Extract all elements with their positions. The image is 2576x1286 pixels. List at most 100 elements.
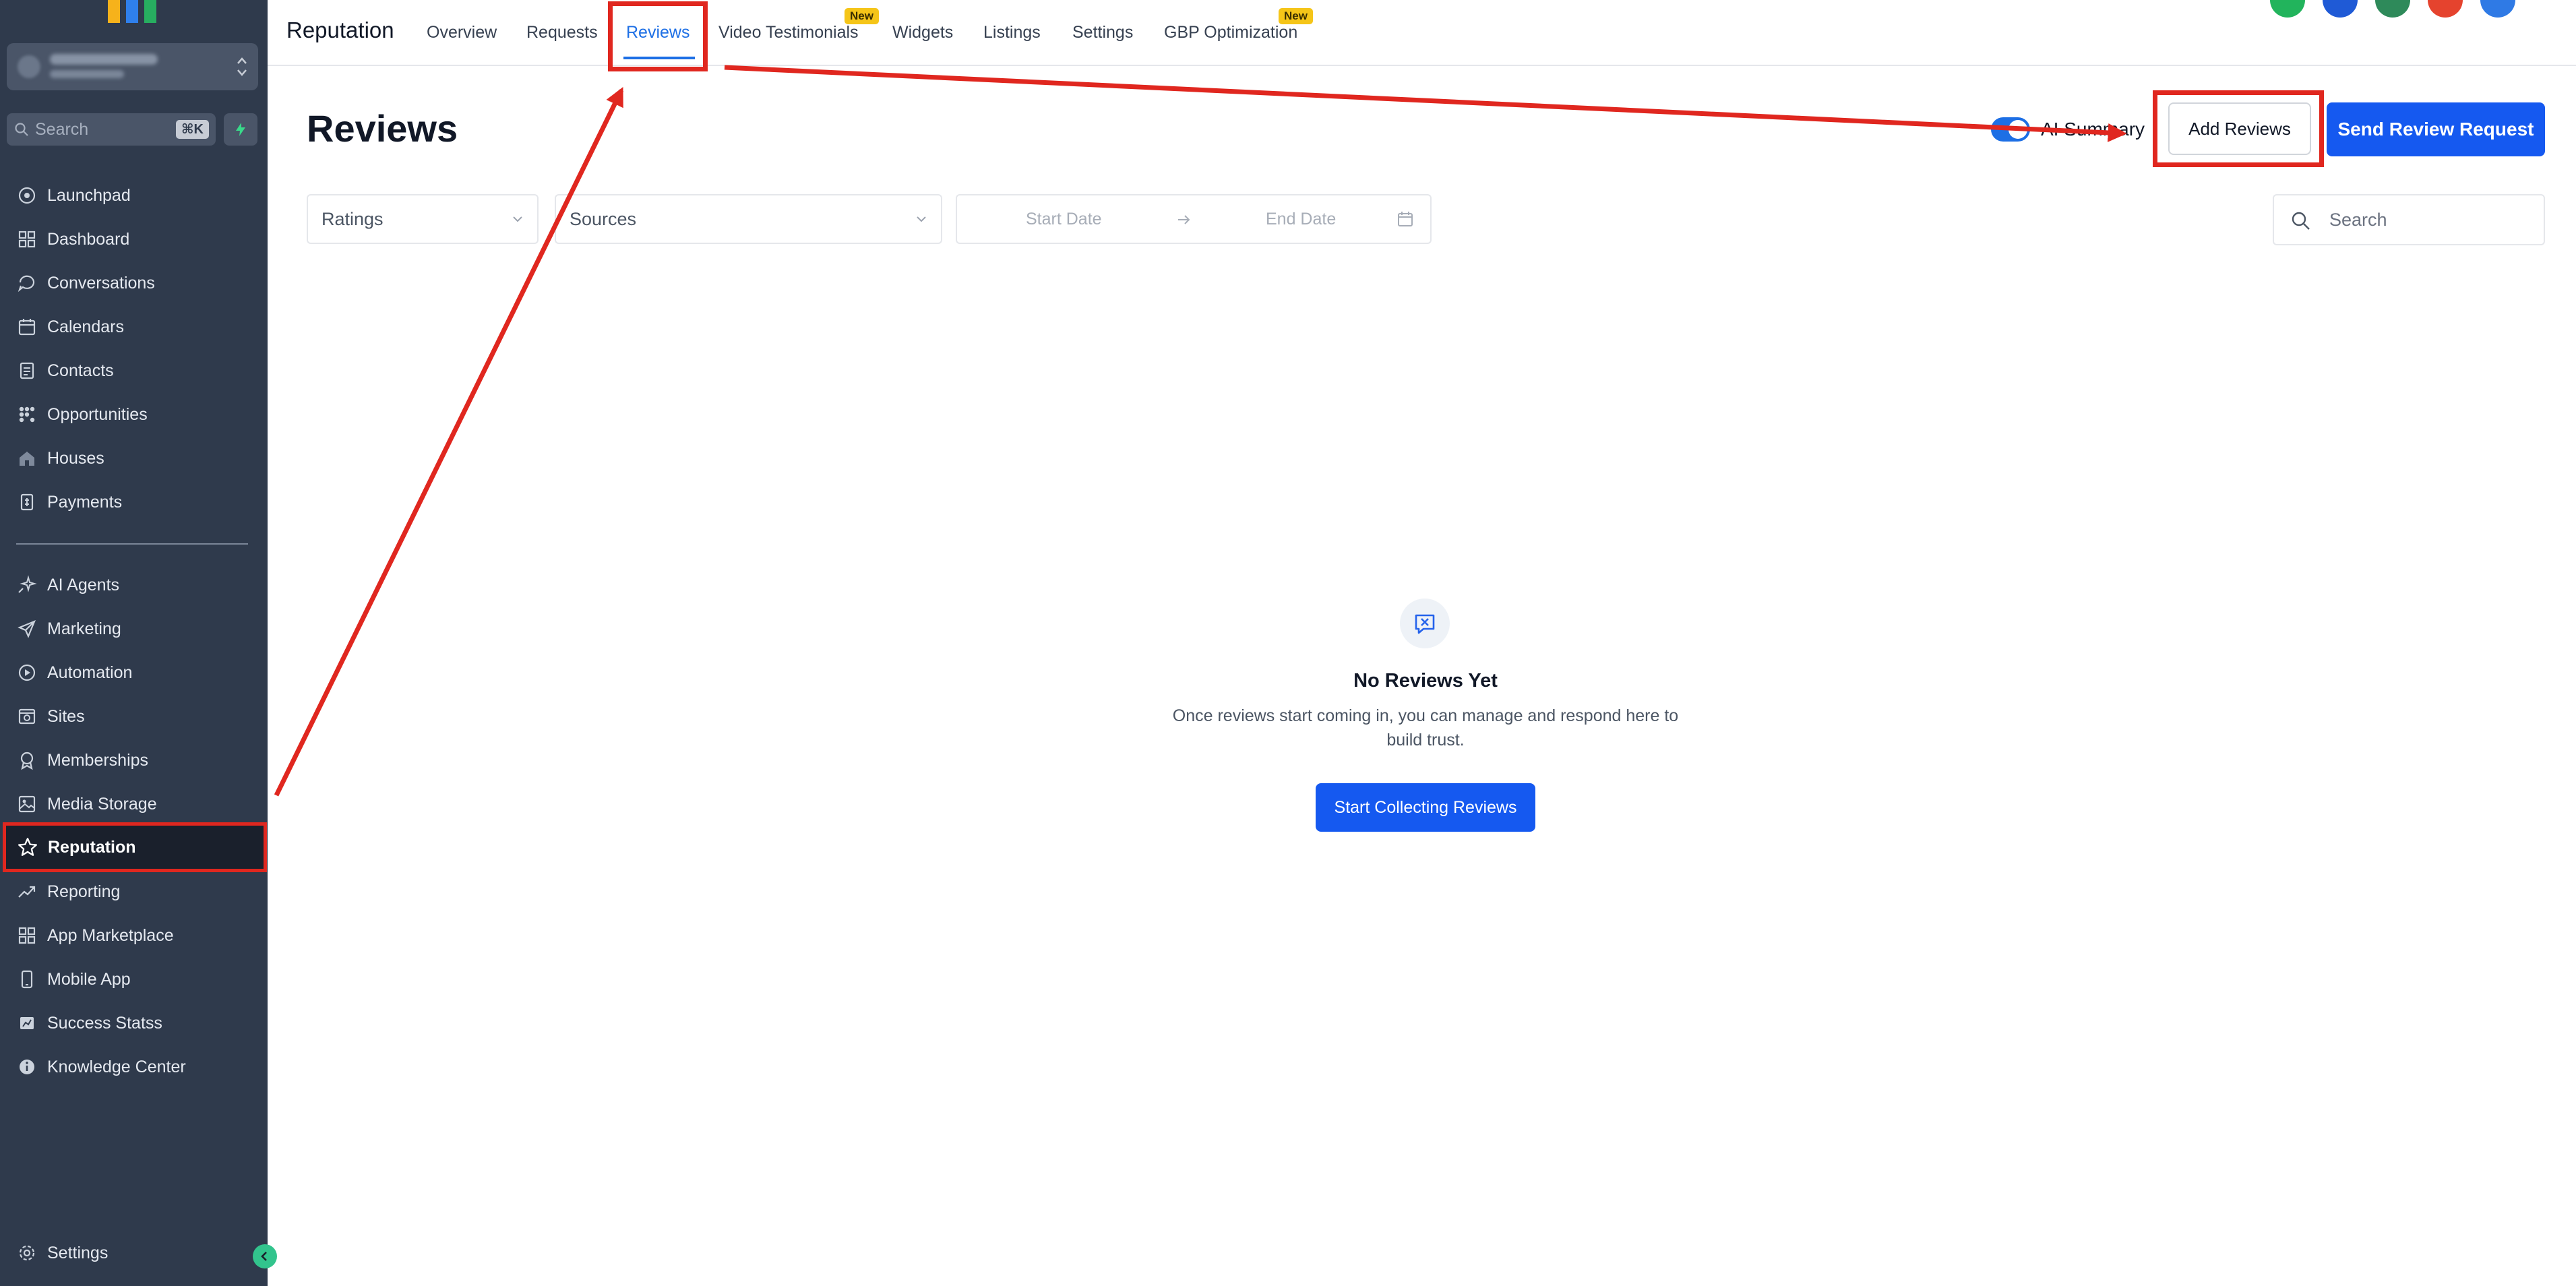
sidebar-item-app-marketplace[interactable]: App Marketplace	[5, 914, 264, 957]
sidebar-item-houses[interactable]: Houses	[5, 437, 264, 480]
sidebar-item-mobile-app[interactable]: Mobile App	[5, 958, 264, 1001]
award-icon	[13, 747, 40, 774]
sidebar-item-contacts[interactable]: Contacts	[5, 349, 264, 392]
tab-widgets[interactable]: Widgets	[892, 23, 953, 42]
chevron-up-down-icon	[237, 57, 247, 76]
sidebar-item-sites[interactable]: Sites	[5, 695, 264, 738]
sources-select-placeholder: Sources	[570, 209, 637, 229]
reviews-search-placeholder: Search	[2329, 210, 2387, 230]
sidebar-item-reputation[interactable]: Reputation	[3, 822, 267, 872]
tab-settings[interactable]: Settings	[1072, 23, 1133, 42]
lightning-bolt-icon	[236, 123, 245, 136]
search-icon	[2292, 212, 2310, 230]
sidebar-item-label: Success Statss	[47, 1013, 162, 1033]
sidebar-item-label: App Marketplace	[47, 925, 174, 945]
sidebar-item-label: Reputation	[48, 837, 136, 857]
grid-icon	[13, 922, 40, 949]
sidebar-item-knowledge-center[interactable]: Knowledge Center	[5, 1045, 264, 1089]
account-switcher[interactable]	[7, 43, 258, 90]
annotation-arrows	[274, 65, 2127, 797]
brand-logo	[108, 0, 156, 23]
sidebar-item-ai-agents[interactable]: AI Agents	[5, 563, 264, 607]
annotation-highlight-box	[2153, 90, 2324, 167]
sidebar-item-automation[interactable]: Automation	[5, 651, 264, 694]
gear-icon	[13, 1239, 40, 1266]
empty-reviews-icon	[1400, 599, 1450, 648]
tab-requests[interactable]: Requests	[526, 23, 598, 42]
sidebar-item-payments[interactable]: Payments	[5, 481, 264, 524]
sidebar-item-media-storage[interactable]: Media Storage	[5, 783, 264, 826]
ai-summary-toggle[interactable]	[1991, 117, 2030, 142]
date-range-picker[interactable]: Start Date End Date	[956, 194, 1432, 244]
sidebar-collapse-button[interactable]	[253, 1244, 277, 1268]
chevron-left-icon	[261, 1252, 267, 1261]
sidebar-item-settings[interactable]: Settings	[5, 1231, 264, 1275]
top-right-avatars	[2270, 0, 2515, 18]
sidebar-search-placeholder: Search	[35, 120, 89, 139]
sidebar-item-marketing[interactable]: Marketing	[5, 607, 264, 650]
sources-select[interactable]: Sources	[555, 194, 942, 244]
image-icon	[13, 791, 40, 818]
end-date-placeholder: End Date	[1266, 210, 1337, 228]
sidebar-item-dashboard[interactable]: Dashboard	[5, 218, 264, 261]
send-review-request-button[interactable]: Send Review Request	[2327, 102, 2545, 156]
info-icon	[13, 1053, 40, 1080]
sidebar-item-label: Sites	[47, 706, 85, 726]
opportunities-icon	[13, 401, 40, 428]
search-icon	[15, 123, 28, 136]
avatar[interactable]	[2428, 0, 2463, 18]
sparkle-icon	[13, 572, 40, 599]
sidebar-divider	[16, 543, 248, 545]
sidebar-item-label: Marketing	[47, 619, 121, 638]
chevron-down-icon	[917, 216, 926, 222]
annotation-highlight-box	[608, 1, 708, 71]
sidebar-item-success-stats[interactable]: Success Statss	[5, 1002, 264, 1045]
ai-summary-label: AI Summary	[2041, 119, 2145, 140]
quick-action-button[interactable]	[224, 113, 257, 146]
sidebar-item-label: Memberships	[47, 750, 149, 770]
sidebar-item-conversations[interactable]: Conversations	[5, 262, 264, 305]
sidebar-search[interactable]: Search ⌘K	[7, 113, 216, 146]
sidebar-item-launchpad[interactable]: Launchpad	[5, 174, 264, 217]
start-collecting-reviews-button[interactable]: Start Collecting Reviews	[1316, 783, 1535, 832]
paper-plane-icon	[13, 615, 40, 642]
stats-icon	[13, 1010, 40, 1037]
tab-gbp-optimization[interactable]: GBP Optimization	[1164, 23, 1297, 42]
contacts-icon	[13, 357, 40, 384]
sidebar-item-memberships[interactable]: Memberships	[5, 739, 264, 782]
calendar-icon	[13, 313, 40, 340]
sidebar-item-label: Opportunities	[47, 404, 148, 424]
avatar[interactable]	[2270, 0, 2305, 18]
star-icon	[14, 834, 41, 861]
sidebar-item-label: Payments	[47, 492, 123, 512]
chevron-down-icon	[513, 216, 522, 222]
sidebar-item-label: Houses	[47, 448, 104, 468]
sidebar-item-opportunities[interactable]: Opportunities	[5, 393, 264, 436]
sidebar-settings-label: Settings	[47, 1243, 109, 1262]
calendar-icon	[1398, 212, 1413, 226]
reviews-search-input[interactable]: Search	[2273, 194, 2545, 245]
ratings-select[interactable]: Ratings	[307, 194, 539, 244]
dashboard-icon	[13, 226, 40, 253]
avatar[interactable]	[2480, 0, 2515, 18]
avatar[interactable]	[2323, 0, 2358, 18]
empty-state-description: Once reviews start coming in, you can ma…	[1172, 706, 1679, 749]
sidebar-item-label: Contacts	[47, 361, 114, 380]
start-date-placeholder: Start Date	[1026, 210, 1102, 228]
sidebar-item-label: Automation	[47, 663, 133, 682]
sidebar-item-calendars[interactable]: Calendars	[5, 305, 264, 348]
avatar[interactable]	[2375, 0, 2410, 18]
payments-icon	[13, 489, 40, 516]
tab-video-testimonials[interactable]: Video Testimonials	[718, 23, 859, 42]
sidebar-item-label: Conversations	[47, 273, 155, 293]
sidebar-item-label: Reporting	[47, 882, 121, 901]
launchpad-icon	[13, 182, 40, 209]
tab-listings[interactable]: Listings	[983, 23, 1041, 42]
sidebar-item-reporting[interactable]: Reporting	[5, 870, 264, 913]
tab-overview[interactable]: Overview	[427, 23, 497, 42]
sites-icon	[13, 703, 40, 730]
sidebar-item-label: Dashboard	[47, 229, 130, 249]
app-title: Reputation	[286, 18, 394, 42]
sidebar: Search ⌘K Launchpad Dashboard Conversati…	[0, 0, 268, 1286]
ratings-select-placeholder: Ratings	[321, 209, 384, 229]
